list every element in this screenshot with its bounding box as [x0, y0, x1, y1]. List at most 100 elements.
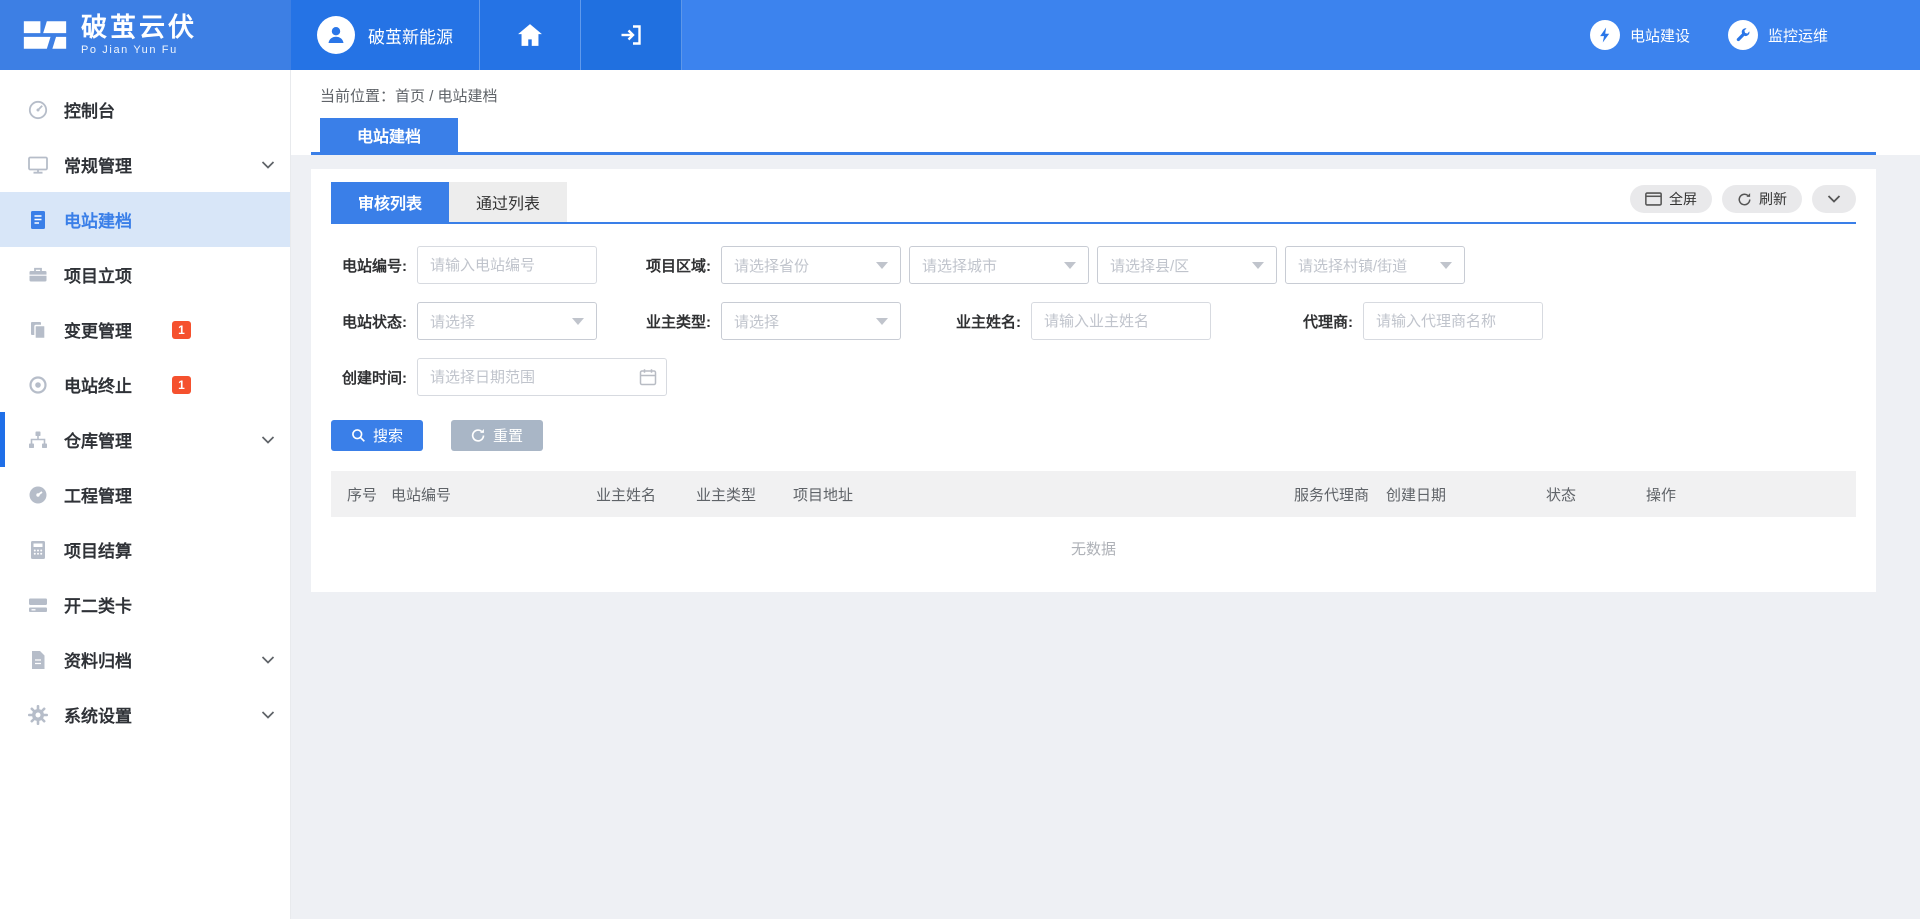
owner-name-label: 业主姓名:: [945, 311, 1021, 332]
city-select[interactable]: 请选择城市: [909, 246, 1089, 284]
brand-logo-icon: [22, 18, 68, 52]
sidebar-item-data-archive[interactable]: 资料归档: [0, 632, 290, 687]
topbar: 破茧云伏 Po Jian Yun Fu 破茧新能源: [0, 0, 1920, 70]
active-indicator: [0, 412, 5, 467]
created-time-label: 创建时间:: [331, 367, 407, 388]
sidebar-item-class2-card[interactable]: 开二类卡: [0, 577, 290, 632]
page-tab-station-archive[interactable]: 电站建档: [320, 118, 458, 152]
sidebar-item-console[interactable]: 控制台: [0, 82, 290, 137]
breadcrumb-separator: /: [425, 88, 438, 105]
breadcrumb-home[interactable]: 首页: [395, 88, 425, 105]
province-select[interactable]: 请选择省份: [721, 246, 901, 284]
refresh-button[interactable]: 刷新: [1722, 185, 1802, 213]
sidebar-item-warehouse-mgmt[interactable]: 仓库管理: [0, 412, 290, 467]
home-icon: [517, 23, 543, 47]
owner-type-select[interactable]: 请选择: [721, 302, 901, 340]
station-no-label: 电站编号:: [331, 255, 407, 276]
sidebar-item-change-mgmt[interactable]: 变更管理 1: [0, 302, 290, 357]
content-panel: 审核列表 通过列表 全屏 刷新: [311, 169, 1876, 592]
chevron-down-icon: [1827, 195, 1841, 203]
gauge-icon: [27, 484, 49, 506]
sitemap-icon: [27, 429, 49, 451]
caret-down-icon: [876, 262, 888, 269]
station-status-label: 电站状态:: [331, 311, 407, 332]
col-owner-type: 业主类型: [696, 484, 793, 505]
caret-down-icon: [1252, 262, 1264, 269]
nav-label: 电站建设: [1630, 25, 1690, 46]
owner-type-label: 业主类型:: [635, 311, 711, 332]
station-status-select[interactable]: 请选择: [417, 302, 597, 340]
search-button[interactable]: 搜索: [331, 420, 423, 451]
caret-down-icon: [876, 318, 888, 325]
logout-icon: [619, 23, 643, 47]
home-button[interactable]: [480, 0, 581, 70]
reset-button[interactable]: 重置: [451, 420, 543, 451]
county-select[interactable]: 请选择县/区: [1097, 246, 1277, 284]
collapse-button[interactable]: [1812, 185, 1856, 213]
panel-tabs: 审核列表 通过列表: [331, 182, 567, 222]
breadcrumb-prefix: 当前位置：: [320, 88, 395, 105]
card-icon: [27, 594, 49, 616]
col-project-address: 项目地址: [793, 484, 1294, 505]
circle-dot-icon: [27, 374, 49, 396]
user-menu[interactable]: 破茧新能源: [291, 0, 480, 70]
sidebar-item-system-settings[interactable]: 系统设置: [0, 687, 290, 742]
nav-label: 监控运维: [1768, 25, 1828, 46]
breadcrumb-current: 电站建档: [438, 88, 498, 105]
monitor-icon: [27, 154, 49, 176]
tab-passed-list[interactable]: 通过列表: [449, 182, 567, 222]
sidebar-item-engineering-mgmt[interactable]: 工程管理: [0, 467, 290, 522]
sidebar-item-project-settlement[interactable]: 项目结算: [0, 522, 290, 577]
bolt-icon: [1590, 20, 1620, 50]
sidebar-item-project-initiation[interactable]: 项目立项: [0, 247, 290, 302]
reset-icon: [471, 428, 486, 443]
caret-down-icon: [1064, 262, 1076, 269]
gear-icon: [27, 704, 49, 726]
agent-label: 代理商:: [1277, 311, 1353, 332]
results-table: 序号 电站编号 业主姓名 业主类型 项目地址 服务代理商 创建日期 状态 操作 …: [331, 471, 1856, 579]
region-label: 项目区域:: [635, 255, 711, 276]
fullscreen-icon: [1645, 192, 1662, 206]
nav-monitoring-ops[interactable]: 监控运维: [1728, 20, 1828, 50]
briefcase-icon: [27, 264, 49, 286]
filter-form: 电站编号: 项目区域: 请选择省份 请选择城市: [331, 246, 1856, 396]
col-status: 状态: [1546, 484, 1646, 505]
document-icon: [27, 209, 49, 231]
breadcrumb: 当前位置：首页 / 电站建档: [291, 70, 1920, 118]
chevron-down-icon: [261, 161, 275, 169]
dashboard-icon: [27, 99, 49, 121]
badge: 1: [172, 376, 191, 394]
file-icon: [27, 649, 49, 671]
township-select[interactable]: 请选择村镇/街道: [1285, 246, 1465, 284]
topbar-nav: 电站建设 监控运维: [1590, 0, 1828, 70]
col-service-agent: 服务代理商: [1294, 484, 1386, 505]
logout-button[interactable]: [581, 0, 682, 70]
sidebar-item-general-mgmt[interactable]: 常规管理: [0, 137, 290, 192]
chevron-down-icon: [261, 436, 275, 444]
brand: 破茧云伏 Po Jian Yun Fu: [0, 0, 291, 70]
wrench-icon: [1728, 20, 1758, 50]
date-range-input[interactable]: [417, 358, 667, 396]
badge: 1: [172, 321, 191, 339]
refresh-icon: [1737, 192, 1752, 207]
col-seq: 序号: [347, 484, 391, 505]
col-created-date: 创建日期: [1386, 484, 1546, 505]
user-name: 破茧新能源: [368, 23, 453, 48]
search-icon: [351, 428, 366, 443]
owner-name-input[interactable]: [1031, 302, 1211, 340]
caret-down-icon: [572, 318, 584, 325]
brand-name: 破茧云伏: [81, 14, 197, 40]
nav-station-construction[interactable]: 电站建设: [1590, 20, 1690, 50]
main-content: 当前位置：首页 / 电站建档 电站建档 审核列表 通过列表 全屏: [291, 70, 1920, 919]
fullscreen-button[interactable]: 全屏: [1630, 185, 1712, 213]
agent-input[interactable]: [1363, 302, 1543, 340]
sidebar-item-station-archive[interactable]: 电站建档: [0, 192, 290, 247]
user-avatar-icon: [317, 16, 355, 54]
col-station-no: 电站编号: [391, 484, 596, 505]
empty-state: 无数据: [331, 517, 1856, 579]
chevron-down-icon: [261, 711, 275, 719]
tab-review-list[interactable]: 审核列表: [331, 182, 449, 222]
station-no-input[interactable]: [417, 246, 597, 284]
sidebar-item-station-termination[interactable]: 电站终止 1: [0, 357, 290, 412]
copy-icon: [27, 319, 49, 341]
